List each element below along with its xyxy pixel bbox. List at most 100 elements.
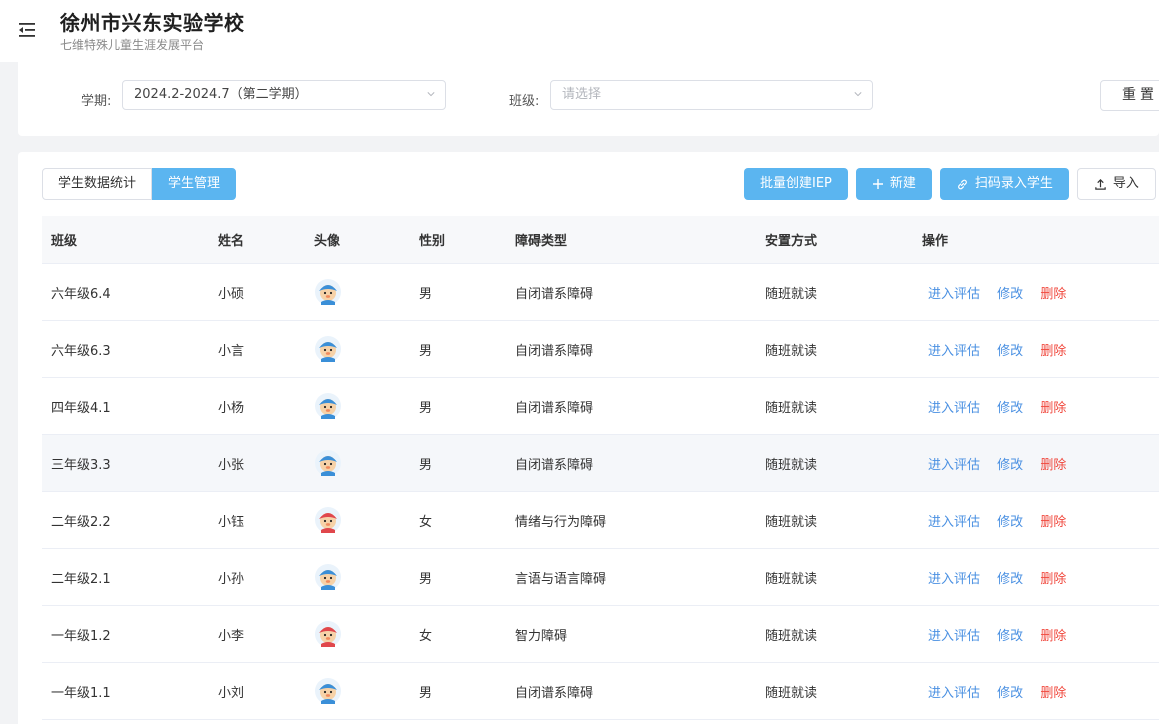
cell-disability: 自闭谱系障碍: [515, 400, 594, 416]
col-disability: 障碍类型: [515, 234, 568, 249]
table-row: 六年级6.3 小言 男 自闭谱系障碍 随班就读 进入评估 修改 删除: [42, 321, 1159, 378]
delete-link[interactable]: 删除: [1040, 629, 1066, 644]
import-button[interactable]: 导入: [1076, 168, 1156, 200]
girl-avatar-icon: [315, 621, 341, 647]
cell-avatar: [305, 620, 410, 648]
cell-class: 一年级1.1: [51, 685, 111, 701]
cell-gender: 男: [419, 343, 433, 359]
cell-avatar: [305, 563, 410, 591]
assess-link[interactable]: 进入评估: [928, 515, 980, 530]
batch-create-iep-label: 批量创建IEP: [760, 176, 832, 191]
col-name: 姓名: [218, 234, 245, 249]
cell-gender: 女: [419, 628, 433, 644]
reset-button[interactable]: 重置: [1100, 80, 1159, 111]
col-class: 班级: [51, 234, 78, 249]
edit-link[interactable]: 修改: [997, 686, 1023, 701]
cell-gender: 男: [419, 571, 433, 587]
cell-placement: 随班就读: [765, 571, 818, 587]
cell-placement: 随班就读: [765, 628, 818, 644]
edit-link[interactable]: 修改: [997, 287, 1023, 302]
delete-link[interactable]: 删除: [1040, 344, 1066, 359]
filter-panel: 学期: 2024.2-2024.7（第二学期） 班级: 请选择 重置: [18, 62, 1159, 136]
delete-link[interactable]: 删除: [1040, 515, 1066, 530]
edit-link[interactable]: 修改: [997, 401, 1023, 416]
new-label: 新建: [889, 176, 916, 191]
cell-avatar: [305, 449, 410, 477]
cell-avatar: [305, 278, 410, 306]
cell-actions: 进入评估 修改 删除: [913, 283, 1159, 302]
table-header: 班级 姓名 头像 性别 障碍类型 安置方式 操作: [42, 216, 1159, 264]
tab-student-statistics[interactable]: 学生数据统计: [42, 168, 153, 200]
cell-name: 小言: [218, 343, 245, 359]
scan-enroll-label: 扫码录入学生: [974, 176, 1053, 191]
cell-avatar: [305, 335, 410, 363]
cell-placement: 随班就读: [765, 514, 818, 530]
boy-avatar-icon: [315, 279, 341, 305]
assess-link[interactable]: 进入评估: [928, 401, 980, 416]
assess-link[interactable]: 进入评估: [928, 287, 980, 302]
cell-gender: 男: [419, 400, 433, 416]
assess-link[interactable]: 进入评估: [928, 344, 980, 359]
cell-name: 小杨: [218, 400, 245, 416]
assess-link[interactable]: 进入评估: [928, 629, 980, 644]
table-row: 一年级1.1 小刘 男 自闭谱系障碍 随班就读 进入评估 修改 删除: [42, 663, 1159, 720]
assess-link[interactable]: 进入评估: [928, 458, 980, 473]
term-select[interactable]: 2024.2-2024.7（第二学期）: [122, 80, 446, 110]
cell-name: 小张: [218, 457, 245, 473]
edit-link[interactable]: 修改: [997, 344, 1023, 359]
delete-link[interactable]: 删除: [1040, 572, 1066, 587]
delete-link[interactable]: 删除: [1040, 686, 1066, 701]
table-row: 二年级2.1 小孙 男 言语与语言障碍 随班就读 进入评估 修改 删除: [42, 549, 1159, 606]
import-label: 导入: [1112, 176, 1139, 191]
cell-avatar: [305, 677, 410, 705]
assess-link[interactable]: 进入评估: [928, 686, 980, 701]
cell-placement: 随班就读: [765, 457, 818, 473]
chevron-down-icon: [427, 92, 435, 97]
edit-link[interactable]: 修改: [997, 572, 1023, 587]
class-label: 班级:: [509, 94, 540, 109]
edit-link[interactable]: 修改: [997, 515, 1023, 530]
table-row: 二年级2.2 小钰 女 情绪与行为障碍 随班就读 进入评估 修改 删除: [42, 492, 1159, 549]
table-row: 四年级4.1 小杨 男 自闭谱系障碍 随班就读 进入评估 修改 删除: [42, 378, 1159, 435]
cell-placement: 随班就读: [765, 685, 818, 701]
boy-avatar-icon: [315, 336, 341, 362]
cell-disability: 自闭谱系障碍: [515, 457, 594, 473]
link-icon: [958, 179, 967, 189]
term-select-value: 2024.2-2024.7（第二学期）: [134, 87, 308, 102]
batch-create-iep-button[interactable]: 批量创建IEP: [744, 168, 848, 200]
cell-name: 小孙: [218, 571, 245, 587]
toolbar: 批量创建IEP 新建 扫码录入学生 导入: [744, 168, 1156, 200]
assess-link[interactable]: 进入评估: [928, 572, 980, 587]
cell-avatar: [305, 392, 410, 420]
class-select[interactable]: 请选择: [550, 80, 873, 110]
col-placement: 安置方式: [765, 234, 818, 249]
cell-name: 小钰: [218, 514, 245, 530]
cell-gender: 女: [419, 514, 433, 530]
term-label: 学期:: [81, 94, 112, 109]
delete-link[interactable]: 删除: [1040, 401, 1066, 416]
girl-avatar-icon: [315, 507, 341, 533]
col-gender: 性别: [419, 234, 446, 249]
table-row: 三年级3.3 小张 男 自闭谱系障碍 随班就读 进入评估 修改 删除: [42, 435, 1159, 492]
student-table: 班级 姓名 头像 性别 障碍类型 安置方式 操作 六年级6.4 小硕 男 自闭谱…: [42, 216, 1159, 720]
edit-link[interactable]: 修改: [997, 458, 1023, 473]
scan-enroll-button[interactable]: 扫码录入学生: [939, 168, 1069, 200]
cell-placement: 随班就读: [765, 286, 818, 302]
delete-link[interactable]: 删除: [1040, 287, 1066, 302]
upload-icon: [1095, 178, 1106, 190]
table-body: 六年级6.4 小硕 男 自闭谱系障碍 随班就读 进入评估 修改 删除 六年级6.…: [42, 264, 1159, 720]
new-button[interactable]: 新建: [855, 168, 932, 200]
boy-avatar-icon: [315, 564, 341, 590]
menu-toggle-icon[interactable]: [16, 20, 38, 40]
cell-actions: 进入评估 修改 删除: [913, 568, 1159, 587]
cell-disability: 自闭谱系障碍: [515, 685, 594, 701]
delete-link[interactable]: 删除: [1040, 458, 1066, 473]
col-avatar: 头像: [314, 234, 341, 249]
student-management-panel: 学生数据统计 学生管理 批量创建IEP 新建 扫码录入学生 导入 班级 姓名 头…: [18, 152, 1159, 724]
edit-link[interactable]: 修改: [997, 629, 1023, 644]
cell-disability: 自闭谱系障碍: [515, 286, 594, 302]
cell-disability: 自闭谱系障碍: [515, 343, 594, 359]
tab-student-management[interactable]: 学生管理: [152, 168, 237, 200]
cell-disability: 言语与语言障碍: [515, 571, 607, 587]
cell-actions: 进入评估 修改 删除: [913, 625, 1159, 644]
